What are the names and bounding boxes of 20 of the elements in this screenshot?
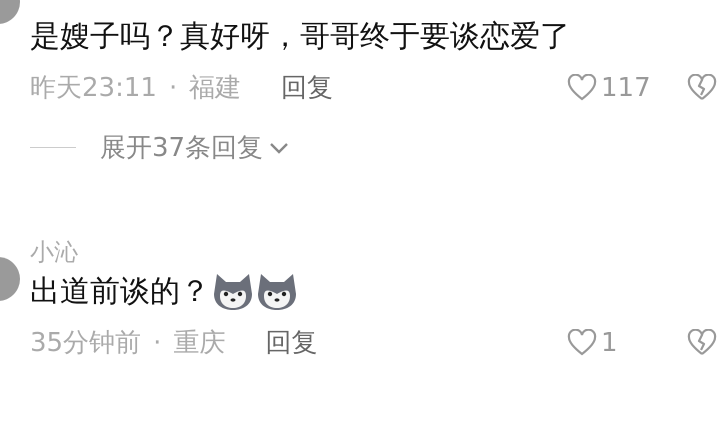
like-count: 117 [601,72,651,105]
comment-time: 昨天23:11 [30,72,157,105]
dog-face-icon [212,272,254,312]
separator-dot: · [153,327,162,360]
comment-time: 35分钟前 [30,327,142,360]
heart-icon[interactable] [567,74,597,102]
expand-replies-button[interactable]: 展开37条回复 [100,130,290,165]
broken-heart-icon[interactable] [687,329,717,357]
reply-link[interactable]: 回复 [265,323,318,363]
chevron-down-icon [269,142,290,154]
comment-text: 是嫂子吗？真好呀，哥哥终于要谈恋爱了 [30,18,570,56]
like-count: 1 [601,327,618,360]
comment-location: 福建 [189,72,242,105]
comment-location: 重庆 [173,327,226,360]
reply-link[interactable]: 回复 [281,68,334,108]
dog-face-icon [256,272,298,312]
separator-dot: · [168,72,178,105]
heart-icon[interactable] [567,329,597,357]
comment-text: 出道前谈的？ [30,273,210,311]
broken-heart-icon[interactable] [687,74,717,102]
